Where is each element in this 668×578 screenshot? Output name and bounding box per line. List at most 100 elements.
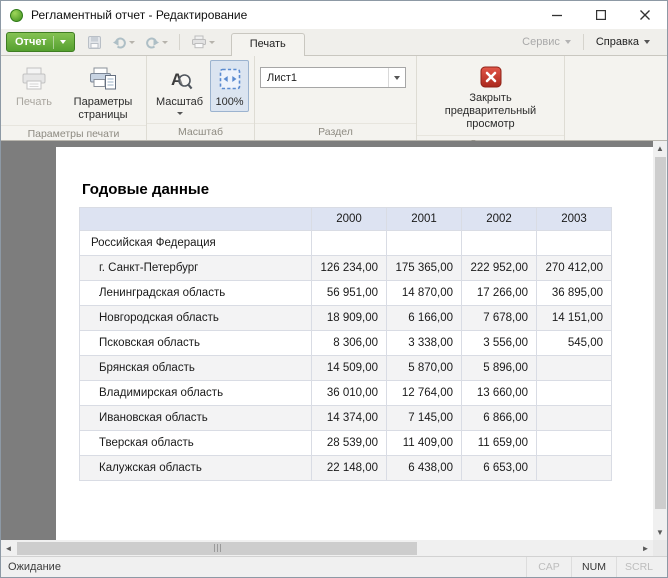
cell-value: 14 374,00 <box>312 406 387 431</box>
print-icon <box>191 35 207 49</box>
toolbar-separator <box>583 34 584 50</box>
close-icon <box>640 10 650 20</box>
undo-icon <box>112 36 127 49</box>
help-menu[interactable]: Справка <box>587 36 659 48</box>
combobox-arrow[interactable] <box>388 68 405 87</box>
cell-value <box>537 406 612 431</box>
scale-button[interactable]: A Масштаб <box>152 60 207 118</box>
horizontal-scrollbar[interactable]: ◄ ► <box>1 540 653 556</box>
horizontal-scroll-thumb[interactable] <box>17 542 417 555</box>
maximize-button[interactable] <box>579 1 623 29</box>
save-icon <box>87 35 102 50</box>
redo-button[interactable] <box>143 34 170 51</box>
service-menu[interactable]: Сервис <box>513 36 580 48</box>
tab-print[interactable]: Печать <box>231 33 305 56</box>
preview-area: Годовые данные 2000200120022003 Российск… <box>1 141 667 556</box>
column-header: 2001 <box>387 208 462 231</box>
scroll-left-arrow[interactable]: ◄ <box>1 540 16 556</box>
report-menu-label: Отчет <box>15 36 47 48</box>
page-setup-button-label: Параметры страницы <box>69 96 137 122</box>
close-button[interactable] <box>623 1 667 29</box>
cell-value: 6 866,00 <box>462 406 537 431</box>
tab-print-label: Печать <box>250 38 286 50</box>
minimize-button[interactable] <box>535 1 579 29</box>
ribbon-group-label: Масштаб <box>147 123 254 140</box>
quick-print-button[interactable] <box>189 33 217 51</box>
save-button[interactable] <box>85 33 104 52</box>
scroll-right-arrow[interactable]: ► <box>638 540 653 556</box>
cell-value: 36 010,00 <box>312 381 387 406</box>
cell-value: 17 266,00 <box>462 281 537 306</box>
service-menu-label: Сервис <box>522 36 560 48</box>
scroll-lock-indicator: SCRL <box>616 557 661 577</box>
cell-value <box>537 456 612 481</box>
zoom-100-button[interactable]: 100% <box>210 60 249 112</box>
table-row: Тверская область28 539,0011 409,0011 659… <box>80 431 612 456</box>
cell-value: 5 896,00 <box>462 356 537 381</box>
print-button[interactable]: Печать <box>6 60 62 112</box>
row-label: Брянская область <box>80 356 312 381</box>
row-label: Новгородская область <box>80 306 312 331</box>
window-title: Регламентный отчет - Редактирование <box>31 8 247 22</box>
cell-value: 270 412,00 <box>537 256 612 281</box>
row-label: Калужская область <box>80 456 312 481</box>
report-page: Годовые данные 2000200120022003 Российск… <box>56 147 653 540</box>
chevron-down-icon <box>162 41 168 44</box>
close-preview-button[interactable]: Закрыть предварительный просмотр <box>423 60 559 135</box>
report-divider <box>53 36 54 49</box>
chevron-down-icon <box>644 40 650 44</box>
report-title: Годовые данные <box>82 181 209 198</box>
cell-value: 3 338,00 <box>387 331 462 356</box>
scroll-up-arrow[interactable]: ▲ <box>653 141 667 156</box>
print-button-label: Печать <box>16 96 52 109</box>
cell-value: 11 659,00 <box>462 431 537 456</box>
thumb-grip <box>217 544 218 552</box>
section-combobox[interactable]: Лист1 <box>260 67 406 88</box>
cell-value <box>462 231 537 256</box>
cell-value: 14 151,00 <box>537 306 612 331</box>
row-label: Российская Федерация <box>80 231 312 256</box>
report-menu-button[interactable]: Отчет <box>6 32 75 52</box>
scroll-down-arrow[interactable]: ▼ <box>653 525 667 540</box>
window: Регламентный отчет - Редактирование Отче… <box>0 0 668 578</box>
cell-value: 545,00 <box>537 331 612 356</box>
cell-value <box>537 231 612 256</box>
printer-icon <box>20 65 48 93</box>
cell-value: 126 234,00 <box>312 256 387 281</box>
cell-value <box>537 381 612 406</box>
cell-value: 12 764,00 <box>387 381 462 406</box>
column-header: 2003 <box>537 208 612 231</box>
ribbon-empty-space <box>565 56 667 140</box>
chevron-down-icon <box>177 112 183 115</box>
cell-value: 11 409,00 <box>387 431 462 456</box>
status-bar: Ожидание CAP NUM SCRL <box>1 556 667 577</box>
table-row: Ленинградская область56 951,0014 870,001… <box>80 281 612 306</box>
page-setup-icon <box>89 65 117 93</box>
ribbon: Печать Параметры страницы Параметры печа… <box>1 56 667 141</box>
toolbar-separator <box>179 34 180 50</box>
help-menu-label: Справка <box>596 36 639 48</box>
scale-icon: A <box>167 65 193 93</box>
cell-value: 36 895,00 <box>537 281 612 306</box>
vertical-scrollbar[interactable]: ▲ ▼ <box>653 141 667 540</box>
column-header: 2002 <box>462 208 537 231</box>
report-table: 2000200120022003 Российская Федерацияг. … <box>79 207 612 481</box>
ribbon-group-print-settings: Печать Параметры страницы Параметры печа… <box>1 56 147 140</box>
zoom-100-icon <box>217 65 243 93</box>
row-label: Владимирская область <box>80 381 312 406</box>
undo-button[interactable] <box>110 34 137 51</box>
page-setup-button[interactable]: Параметры страницы <box>65 60 141 125</box>
minimize-icon <box>552 10 562 20</box>
vertical-scroll-thumb[interactable] <box>655 157 666 509</box>
status-indicators: CAP NUM SCRL <box>526 557 667 577</box>
cell-value <box>387 231 462 256</box>
cell-value: 14 870,00 <box>387 281 462 306</box>
close-preview-icon <box>480 65 502 89</box>
thumb-grip <box>220 544 221 552</box>
scale-button-label: Масштаб <box>156 96 203 109</box>
main-toolbar: Отчет Печать <box>1 29 667 56</box>
cell-value: 5 870,00 <box>387 356 462 381</box>
table-row: Российская Федерация <box>80 231 612 256</box>
redo-icon <box>145 36 160 49</box>
chevron-down-icon <box>60 40 66 44</box>
